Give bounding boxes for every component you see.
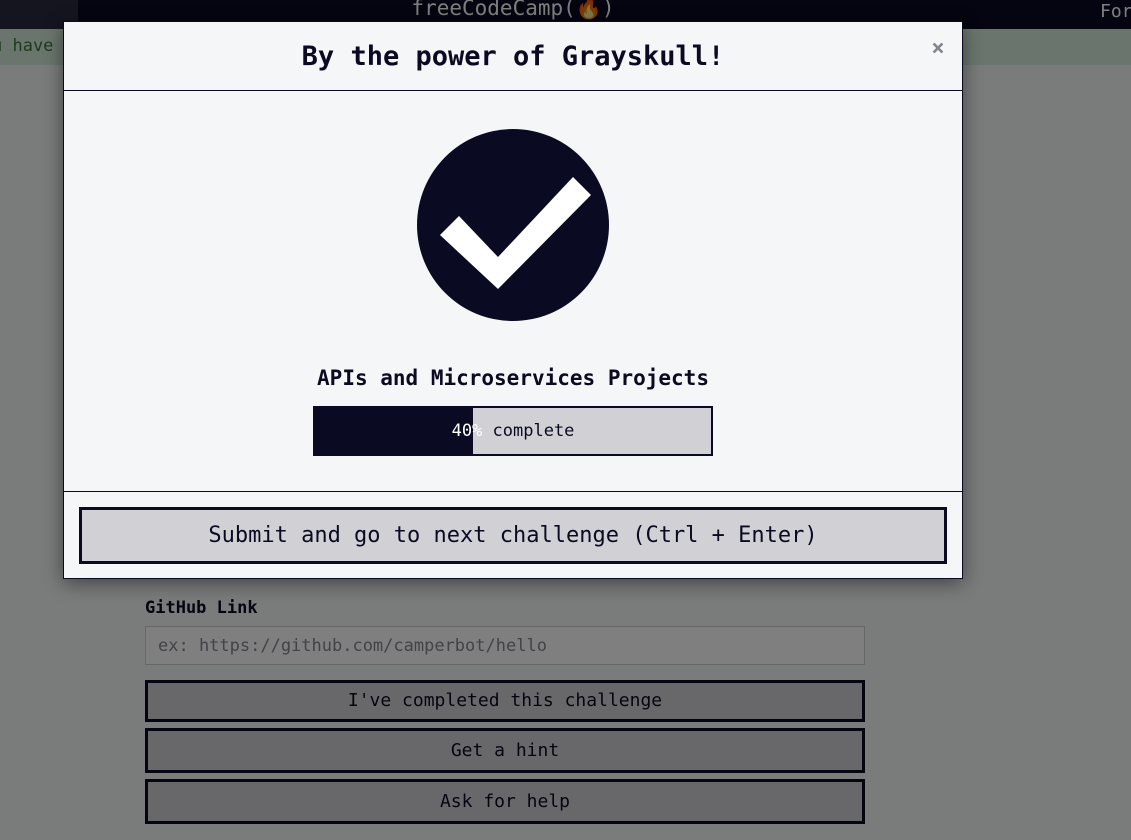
close-icon[interactable]: × [927,36,949,62]
progress-label: 40% complete [315,408,711,454]
submit-next-challenge-button[interactable]: Submit and go to next challenge (Ctrl + … [79,507,947,564]
check-circle-icon [417,129,609,321]
modal-footer: Submit and go to next challenge (Ctrl + … [64,491,962,579]
modal-title: By the power of Grayskull! [301,41,725,72]
progress-suffix: complete [482,421,575,441]
progress-percent: 40% [451,421,483,441]
block-progress-bar: 40% complete [313,406,713,456]
challenge-complete-modal: By the power of Grayskull! × APIs and Mi… [63,21,963,579]
block-name: APIs and Microservices Projects [317,366,709,390]
modal-body: APIs and Microservices Projects 40% comp… [64,92,962,492]
modal-header: By the power of Grayskull! × [64,22,962,91]
